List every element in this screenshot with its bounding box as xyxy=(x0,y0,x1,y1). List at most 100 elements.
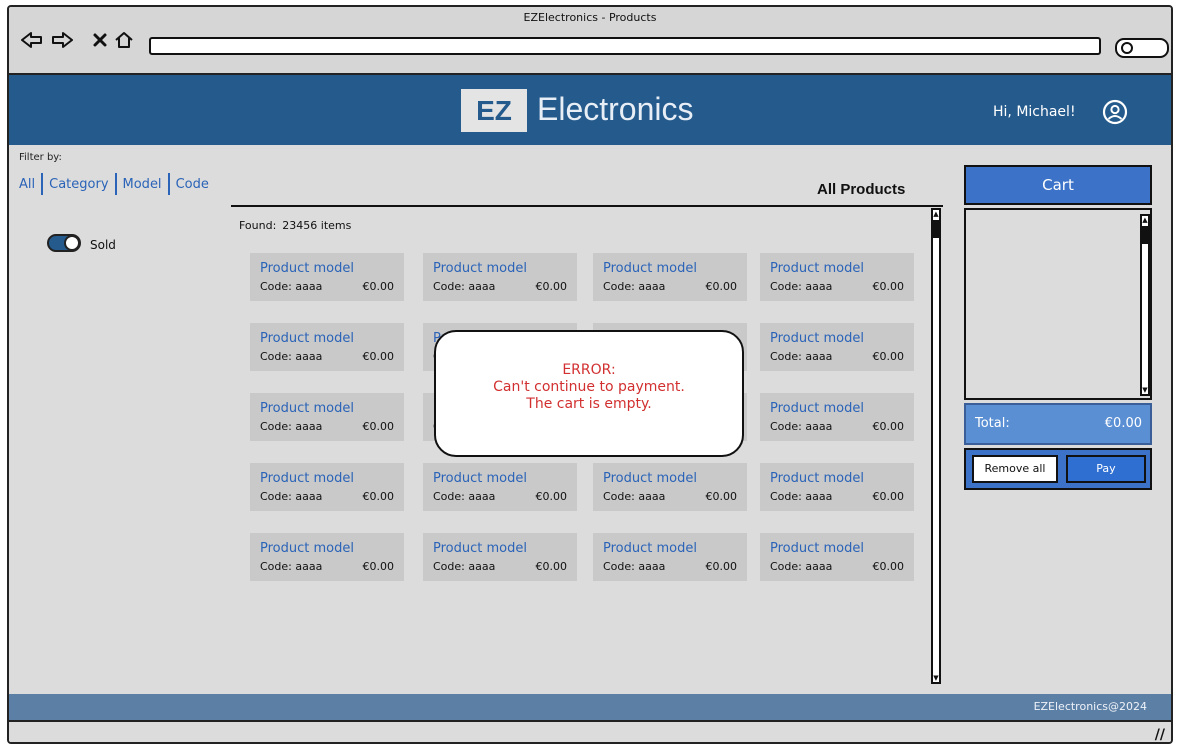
product-name: Product model xyxy=(260,541,354,556)
filter-code[interactable]: Code xyxy=(176,177,209,192)
product-details: Code: aaaa €0.00 xyxy=(770,560,904,573)
product-name: Product model xyxy=(260,261,354,276)
total-value: €0.00 xyxy=(1104,416,1142,431)
product-details: Code: aaaa €0.00 xyxy=(770,350,904,363)
product-card[interactable]: Product model Code: aaaa €0.00 xyxy=(423,253,577,301)
product-code: Code: aaaa xyxy=(770,280,833,293)
cart-total: Total: €0.00 xyxy=(964,403,1152,445)
product-card[interactable]: Product model Code: aaaa €0.00 xyxy=(593,463,747,511)
filter-all[interactable]: All xyxy=(19,177,35,192)
product-details: Code: aaaa €0.00 xyxy=(603,490,737,503)
back-icon[interactable] xyxy=(21,29,43,51)
product-card[interactable]: Product model Code: aaaa €0.00 xyxy=(250,253,404,301)
sold-toggle[interactable] xyxy=(47,234,81,252)
product-price: €0.00 xyxy=(872,560,905,573)
error-detail: The cart is empty. xyxy=(526,396,652,412)
user-greeting: Hi, Michael! xyxy=(993,104,1076,120)
product-price: €0.00 xyxy=(872,420,905,433)
stop-icon[interactable] xyxy=(89,29,111,51)
product-name: Product model xyxy=(603,261,697,276)
product-card[interactable]: Product model Code: aaaa €0.00 xyxy=(250,463,404,511)
product-code: Code: aaaa xyxy=(770,420,833,433)
product-details: Code: aaaa €0.00 xyxy=(433,560,567,573)
scroll-down-icon[interactable]: ▼ xyxy=(933,674,939,682)
sold-toggle-label: Sold xyxy=(90,238,116,252)
product-name: Product model xyxy=(770,401,864,416)
copyright: EZElectronics@2024 xyxy=(1033,700,1147,713)
product-details: Code: aaaa €0.00 xyxy=(603,280,737,293)
product-price: €0.00 xyxy=(362,280,395,293)
product-name: Product model xyxy=(260,401,354,416)
product-code: Code: aaaa xyxy=(260,560,323,573)
product-card[interactable]: Product model Code: aaaa €0.00 xyxy=(423,463,577,511)
product-name: Product model xyxy=(260,331,354,346)
product-card[interactable]: Product model Code: aaaa €0.00 xyxy=(250,323,404,371)
pay-button[interactable]: Pay xyxy=(1066,455,1146,483)
product-details: Code: aaaa €0.00 xyxy=(433,280,567,293)
product-card[interactable]: Product model Code: aaaa €0.00 xyxy=(250,393,404,441)
product-code: Code: aaaa xyxy=(260,420,323,433)
cart-header: Cart xyxy=(964,165,1152,205)
filter-category[interactable]: Category xyxy=(49,177,108,192)
product-code: Code: aaaa xyxy=(260,350,323,363)
product-card[interactable]: Product model Code: aaaa €0.00 xyxy=(250,533,404,581)
logo-mark: EZ xyxy=(461,89,527,132)
product-name: Product model xyxy=(433,471,527,486)
scroll-up-icon[interactable]: ▲ xyxy=(1142,216,1148,224)
product-details: Code: aaaa €0.00 xyxy=(260,420,394,433)
product-details: Code: aaaa €0.00 xyxy=(260,560,394,573)
cart-items-list: ▲ ▼ xyxy=(964,208,1152,400)
error-title: ERROR: xyxy=(562,362,616,378)
filter-model[interactable]: Model xyxy=(123,177,162,192)
error-dialog: ERROR: Can't continue to payment. The ca… xyxy=(434,330,744,457)
scroll-thumb[interactable] xyxy=(1142,226,1148,244)
status-bar: // xyxy=(9,720,1171,742)
browser-search-button[interactable] xyxy=(1115,38,1169,58)
product-price: €0.00 xyxy=(705,560,738,573)
logo-text: Electronics xyxy=(537,91,694,127)
filter-options: All Category Model Code xyxy=(19,173,209,195)
product-card[interactable]: Product model Code: aaaa €0.00 xyxy=(423,533,577,581)
found-value: 23456 items xyxy=(282,219,352,232)
filter-label: Filter by: xyxy=(19,152,62,163)
product-name: Product model xyxy=(770,471,864,486)
address-bar[interactable] xyxy=(149,37,1101,55)
scroll-up-icon[interactable]: ▲ xyxy=(933,210,939,218)
product-price: €0.00 xyxy=(535,280,568,293)
home-icon[interactable] xyxy=(113,29,135,51)
products-scrollbar[interactable]: ▲ ▼ xyxy=(931,208,941,684)
filter-divider xyxy=(167,173,170,195)
resize-handle-icon[interactable]: // xyxy=(1155,727,1165,742)
title-divider xyxy=(231,205,943,207)
product-details: Code: aaaa €0.00 xyxy=(770,280,904,293)
product-details: Code: aaaa €0.00 xyxy=(260,350,394,363)
scroll-down-icon[interactable]: ▼ xyxy=(1142,386,1148,394)
product-card[interactable]: Product model Code: aaaa €0.00 xyxy=(760,393,914,441)
product-price: €0.00 xyxy=(705,490,738,503)
product-code: Code: aaaa xyxy=(260,490,323,503)
product-card[interactable]: Product model Code: aaaa €0.00 xyxy=(760,253,914,301)
product-price: €0.00 xyxy=(872,350,905,363)
product-card[interactable]: Product model Code: aaaa €0.00 xyxy=(593,533,747,581)
user-account-icon[interactable] xyxy=(1102,99,1128,125)
window-title: EZElectronics - Products xyxy=(523,11,657,24)
product-code: Code: aaaa xyxy=(433,280,496,293)
footer: EZElectronics@2024 xyxy=(9,694,1171,720)
browser-window: EZElectronics - Products EZ Electronics … xyxy=(7,5,1173,744)
scroll-thumb[interactable] xyxy=(933,220,939,238)
product-card[interactable]: Product model Code: aaaa €0.00 xyxy=(760,533,914,581)
product-card[interactable]: Product model Code: aaaa €0.00 xyxy=(593,253,747,301)
product-code: Code: aaaa xyxy=(603,560,666,573)
remove-all-button[interactable]: Remove all xyxy=(972,455,1058,483)
cart-scrollbar[interactable]: ▲ ▼ xyxy=(1140,214,1150,396)
app-header: EZ Electronics Hi, Michael! xyxy=(9,75,1171,145)
product-card[interactable]: Product model Code: aaaa €0.00 xyxy=(760,463,914,511)
browser-toolbar: EZElectronics - Products xyxy=(9,7,1171,75)
product-details: Code: aaaa €0.00 xyxy=(770,490,904,503)
product-card[interactable]: Product model Code: aaaa €0.00 xyxy=(760,323,914,371)
product-name: Product model xyxy=(603,471,697,486)
toggle-knob xyxy=(64,235,80,251)
product-details: Code: aaaa €0.00 xyxy=(260,280,394,293)
product-name: Product model xyxy=(603,541,697,556)
forward-icon[interactable] xyxy=(51,29,73,51)
